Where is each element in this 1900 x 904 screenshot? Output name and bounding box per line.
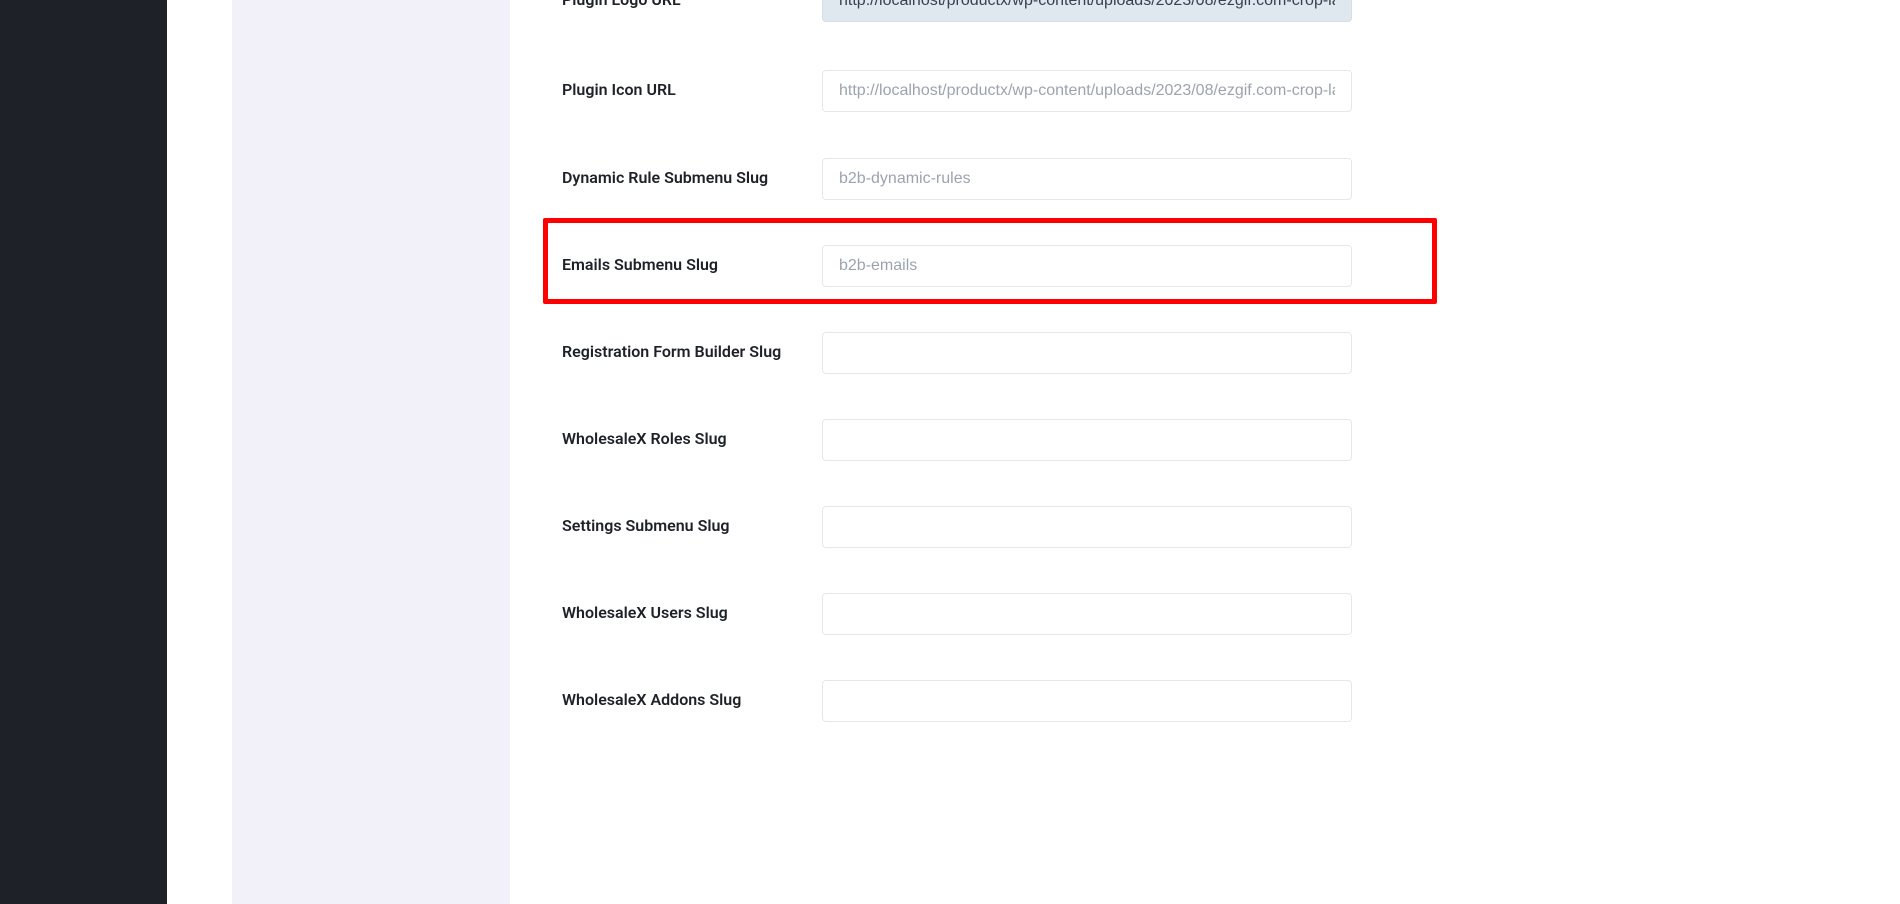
input-plugin-icon-url[interactable] xyxy=(822,70,1352,112)
label-dynamic-rule-slug: Dynamic Rule Submenu Slug xyxy=(510,158,822,187)
input-plugin-logo-url[interactable] xyxy=(822,0,1352,22)
input-emails-slug[interactable] xyxy=(822,245,1352,287)
input-settings-slug[interactable] xyxy=(822,506,1352,548)
label-registration-slug: Registration Form Builder Slug xyxy=(510,332,822,361)
admin-sidebar-dark xyxy=(0,0,167,904)
label-users-slug: WholesaleX Users Slug xyxy=(510,593,822,622)
field-row-plugin-icon-url: Plugin Icon URL xyxy=(510,70,1900,112)
label-plugin-icon-url: Plugin Icon URL xyxy=(510,70,822,99)
label-roles-slug: WholesaleX Roles Slug xyxy=(510,419,822,448)
field-row-emails-slug: Emails Submenu Slug xyxy=(510,245,1900,287)
label-addons-slug: WholesaleX Addons Slug xyxy=(510,680,822,709)
input-roles-slug[interactable] xyxy=(822,419,1352,461)
input-addons-slug[interactable] xyxy=(822,680,1352,722)
field-row-settings-slug: Settings Submenu Slug xyxy=(510,506,1900,548)
field-row-addons-slug: WholesaleX Addons Slug xyxy=(510,680,1900,722)
label-emails-slug: Emails Submenu Slug xyxy=(510,245,822,274)
input-users-slug[interactable] xyxy=(822,593,1352,635)
label-plugin-logo-url: Plugin Logo URL xyxy=(510,0,822,9)
field-row-roles-slug: WholesaleX Roles Slug xyxy=(510,419,1900,461)
field-row-users-slug: WholesaleX Users Slug xyxy=(510,593,1900,635)
settings-form-panel: Plugin Logo URL Plugin Icon URL Dynamic … xyxy=(510,0,1900,904)
field-row-registration-slug: Registration Form Builder Slug xyxy=(510,332,1900,374)
input-registration-slug[interactable] xyxy=(822,332,1352,374)
settings-sidebar-light xyxy=(232,0,510,904)
field-row-plugin-logo-url: Plugin Logo URL xyxy=(510,0,1900,22)
label-settings-slug: Settings Submenu Slug xyxy=(510,506,822,535)
field-row-dynamic-rule-slug: Dynamic Rule Submenu Slug xyxy=(510,158,1900,200)
input-dynamic-rule-slug[interactable] xyxy=(822,158,1352,200)
